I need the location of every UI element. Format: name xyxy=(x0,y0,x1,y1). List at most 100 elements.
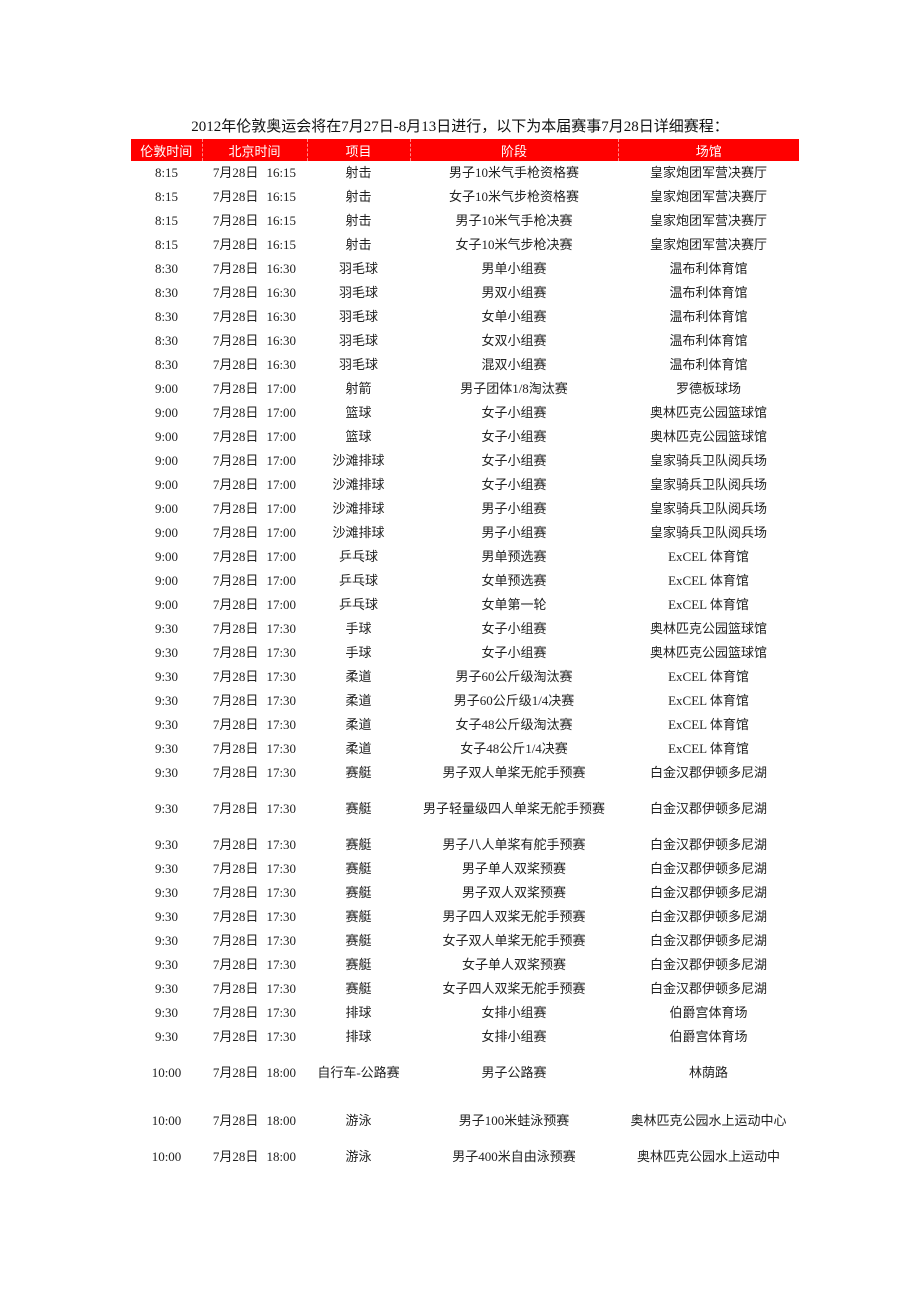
stage-cell: 男子单人双桨预赛 xyxy=(410,857,618,881)
sport-name: 羽毛球 xyxy=(338,309,378,324)
venue-name: 奥林匹克公园水上运动中心 xyxy=(630,1113,787,1128)
stage-name: 男子小组赛 xyxy=(481,501,547,516)
london-time-cell: 9:30 xyxy=(131,617,202,641)
sport-name: 篮球 xyxy=(345,405,372,420)
stage-name: 女子小组赛 xyxy=(481,621,547,636)
london-time: 9:00 xyxy=(154,549,179,564)
london-time: 9:30 xyxy=(154,837,179,852)
venue-name: ExCEL 体育馆 xyxy=(668,573,749,588)
beijing-time: 17:30 xyxy=(266,669,297,684)
venue-cell: ExCEL 体育馆 xyxy=(618,737,799,761)
beijing-date: 7月28日 xyxy=(212,477,259,492)
stage-cell: 男子小组赛 xyxy=(410,497,618,521)
stage-name: 男子60公斤级1/4决赛 xyxy=(453,693,575,708)
sport-cell: 排球 xyxy=(307,1001,410,1025)
london-time: 9:00 xyxy=(154,597,179,612)
beijing-date: 7月28日 xyxy=(212,1005,259,1020)
venue-name: 皇家骑兵卫队阅兵场 xyxy=(649,525,767,540)
stage-name: 女单预选赛 xyxy=(481,573,547,588)
venue-name: 奥林匹克公园篮球馆 xyxy=(649,405,767,420)
sport-name: 乒乓球 xyxy=(338,597,378,612)
beijing-time-cell: 7月28日 17:00 xyxy=(202,593,307,617)
beijing-time-cell: 7月28日 16:30 xyxy=(202,353,307,377)
london-time-cell: 8:15 xyxy=(131,185,202,209)
sport-cell: 羽毛球 xyxy=(307,353,410,377)
table-row: 9:00 7月28日 17:00 沙滩排球 女子小组赛 皇家骑兵卫队阅兵场 xyxy=(131,473,799,497)
beijing-time-cell: 7月28日 17:00 xyxy=(202,569,307,593)
sport-cell: 赛艇 xyxy=(307,761,410,785)
stage-name: 男子轻量级四人单桨无舵手预赛 xyxy=(422,801,605,816)
stage-name: 男子10米气手枪决赛 xyxy=(455,213,573,228)
table-row: 9:00 7月28日 17:00 乒乓球 女单预选赛 ExCEL 体育馆 xyxy=(131,569,799,593)
venue-cell: ExCEL 体育馆 xyxy=(618,593,799,617)
beijing-date: 7月28日 xyxy=(212,741,259,756)
table-row: 9:30 7月28日 17:30 赛艇 女子单人双桨预赛 白金汉郡伊顿多尼湖 xyxy=(131,953,799,977)
london-time-cell: 9:00 xyxy=(131,545,202,569)
beijing-time: 16:15 xyxy=(266,237,297,252)
sport-name: 柔道 xyxy=(345,717,372,732)
venue-name: 伯爵宫体育场 xyxy=(669,1005,748,1020)
beijing-time-cell: 7月28日 18:00 xyxy=(202,1049,307,1097)
header-london-time: 伦敦时间 xyxy=(131,139,202,161)
stage-name: 女子10米气步枪资格赛 xyxy=(448,189,579,204)
stage-name: 女排小组赛 xyxy=(481,1029,547,1044)
beijing-date: 7月28日 xyxy=(212,261,259,276)
sport-cell: 柔道 xyxy=(307,737,410,761)
sport-cell: 射击 xyxy=(307,161,410,185)
london-time-cell: 9:00 xyxy=(131,473,202,497)
london-time: 8:15 xyxy=(154,189,179,204)
beijing-time-cell: 7月28日 17:00 xyxy=(202,545,307,569)
beijing-time: 17:30 xyxy=(266,981,297,996)
beijing-time: 17:30 xyxy=(266,885,297,900)
stage-name: 男子400米自由泳预赛 xyxy=(452,1149,576,1164)
sport-cell: 射击 xyxy=(307,185,410,209)
sport-cell: 羽毛球 xyxy=(307,257,410,281)
table-row: 9:00 7月28日 17:00 篮球 女子小组赛 奥林匹克公园篮球馆 xyxy=(131,425,799,449)
sport-cell: 赛艇 xyxy=(307,785,410,833)
table-row: 10:00 7月28日 18:00 游泳 男子400米自由泳预赛 奥林匹克公园水上运动中 xyxy=(131,1145,799,1169)
table-row: 9:30 7月28日 17:30 柔道 男子60公斤级1/4决赛 ExCEL 体育馆 xyxy=(131,689,799,713)
london-time: 9:00 xyxy=(154,573,179,588)
stage-cell: 女子单人双桨预赛 xyxy=(410,953,618,977)
beijing-time: 16:15 xyxy=(266,189,297,204)
table-row: 9:30 7月28日 17:30 排球 女排小组赛 伯爵宫体育场 xyxy=(131,1025,799,1049)
table-row: 9:00 7月28日 17:00 沙滩排球 男子小组赛 皇家骑兵卫队阅兵场 xyxy=(131,497,799,521)
table-header-row: 伦敦时间 北京时间 项目 阶段 场馆 xyxy=(131,139,799,161)
beijing-date: 7月28日 xyxy=(212,501,259,516)
beijing-time-cell: 7月28日 17:30 xyxy=(202,977,307,1001)
beijing-date: 7月28日 xyxy=(212,717,259,732)
stage-cell: 男子轻量级四人单桨无舵手预赛 xyxy=(410,785,618,833)
beijing-date: 7月28日 xyxy=(212,573,259,588)
sport-cell: 赛艇 xyxy=(307,881,410,905)
sport-cell: 乒乓球 xyxy=(307,545,410,569)
beijing-time: 16:30 xyxy=(266,333,297,348)
stage-cell: 男单小组赛 xyxy=(410,257,618,281)
sport-name: 射箭 xyxy=(345,381,372,396)
london-time: 9:30 xyxy=(154,933,179,948)
venue-cell: 白金汉郡伊顿多尼湖 xyxy=(618,785,799,833)
sport-name: 赛艇 xyxy=(345,933,372,948)
stage-name: 男子100米蛙泳预赛 xyxy=(458,1113,570,1128)
sport-name: 柔道 xyxy=(345,693,372,708)
beijing-date: 7月28日 xyxy=(212,429,259,444)
stage-name: 女子48公斤级淘汰赛 xyxy=(455,717,573,732)
sport-cell: 沙滩排球 xyxy=(307,521,410,545)
venue-cell: 白金汉郡伊顿多尼湖 xyxy=(618,929,799,953)
venue-cell: 皇家炮团军营决赛厅 xyxy=(618,161,799,185)
venue-cell: 林荫路 xyxy=(618,1049,799,1097)
stage-name: 女子双人单桨无舵手预赛 xyxy=(442,933,586,948)
table-row: 8:30 7月28日 16:30 羽毛球 女单小组赛 温布利体育馆 xyxy=(131,305,799,329)
beijing-time-cell: 7月28日 17:30 xyxy=(202,785,307,833)
venue-cell: 皇家炮团军营决赛厅 xyxy=(618,185,799,209)
beijing-time: 17:00 xyxy=(266,525,297,540)
stage-name: 女子48公斤1/4决赛 xyxy=(460,741,568,756)
stage-cell: 男双小组赛 xyxy=(410,281,618,305)
schedule-body: 8:15 7月28日 16:15 射击 男子10米气手枪资格赛 皇家炮团军营决赛厅 8:15… xyxy=(131,161,799,1169)
venue-name: 白金汉郡伊顿多尼湖 xyxy=(649,981,767,996)
table-row: 8:15 7月28日 16:15 射击 男子10米气手枪资格赛 皇家炮团军营决赛厅 xyxy=(131,161,799,185)
stage-name: 女子小组赛 xyxy=(481,429,547,444)
venue-cell: 奥林匹克公园篮球馆 xyxy=(618,617,799,641)
stage-name: 女子单人双桨预赛 xyxy=(461,957,566,972)
table-row: 9:30 7月28日 17:30 手球 女子小组赛 奥林匹克公园篮球馆 xyxy=(131,641,799,665)
venue-cell: 白金汉郡伊顿多尼湖 xyxy=(618,977,799,1001)
